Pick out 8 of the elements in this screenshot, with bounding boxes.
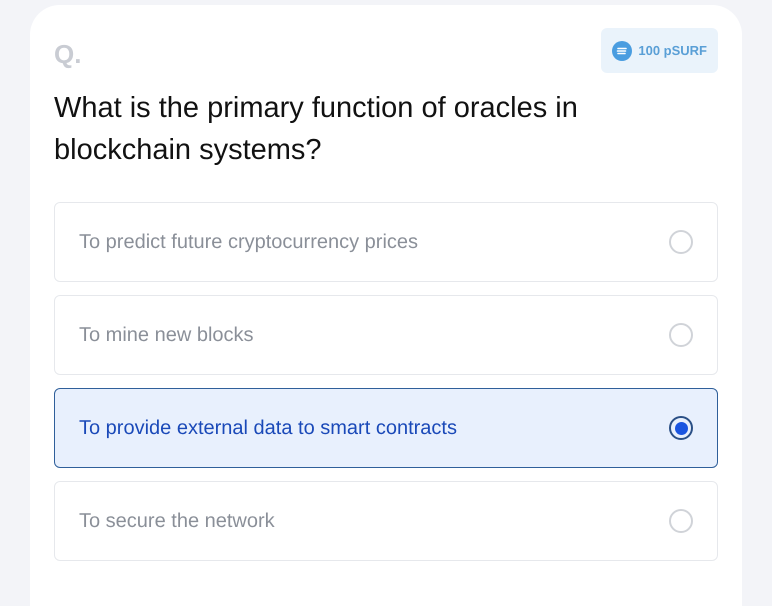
answer-option[interactable]: To mine new blocks: [54, 295, 718, 375]
reward-amount: 100 pSURF: [638, 42, 707, 60]
radio-button[interactable]: [669, 416, 693, 440]
answer-option[interactable]: To predict future cryptocurrency prices: [54, 202, 718, 282]
answer-option[interactable]: To secure the network: [54, 481, 718, 561]
question-text: What is the primary function of oracles in blockchain systems?: [54, 91, 579, 168]
coin-icon: [612, 40, 632, 60]
answer-option[interactable]: To provide external data to smart contracts: [54, 388, 718, 468]
